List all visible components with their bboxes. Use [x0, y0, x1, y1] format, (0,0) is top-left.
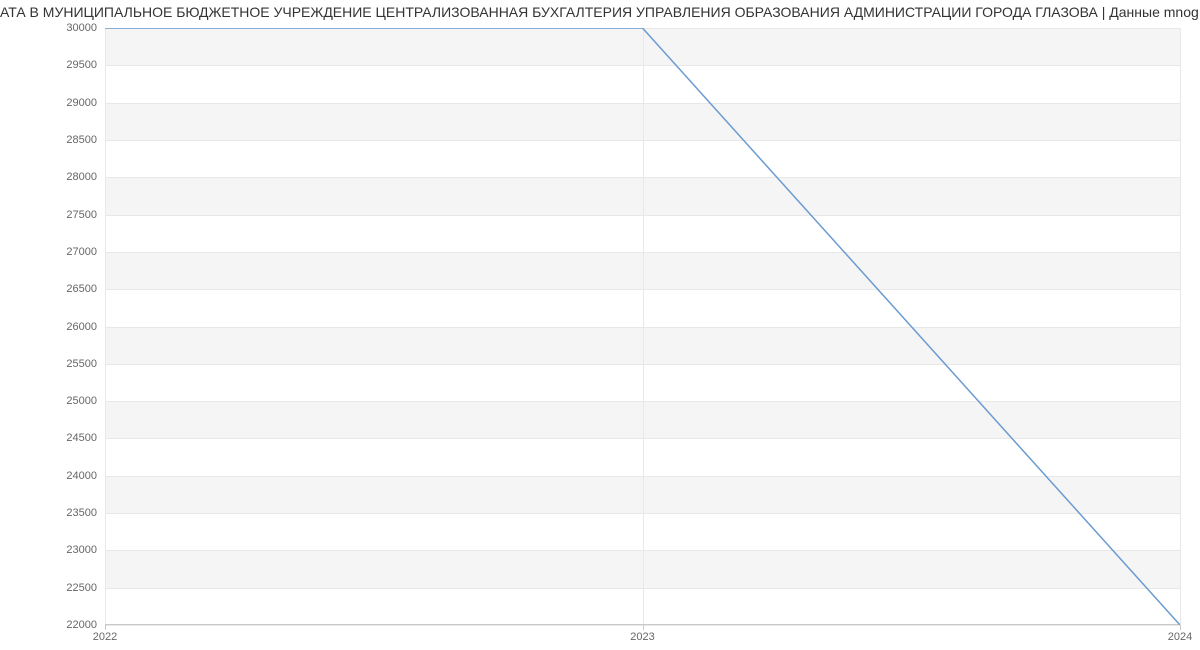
y-axis: 22000 22500 23000 23500 24000 24500 25000 25500… — [0, 28, 105, 650]
y-tick-label: 24000 — [66, 470, 97, 482]
y-tick-label: 27000 — [66, 246, 97, 258]
y-tick-label: 28500 — [66, 134, 97, 146]
y-tick-label: 24500 — [66, 432, 97, 444]
y-tick-label: 29000 — [66, 97, 97, 109]
gridline-vertical — [1180, 28, 1181, 625]
x-tick-label: 2022 — [93, 631, 117, 643]
y-tick-label: 22000 — [66, 619, 97, 631]
y-tick-label: 30000 — [66, 22, 97, 34]
y-tick-label: 25500 — [66, 358, 97, 370]
y-tick-label: 23000 — [66, 544, 97, 556]
y-tick-label: 26500 — [66, 283, 97, 295]
chart-wrapper: 22000 22500 23000 23500 24000 24500 25000 25500… — [0, 28, 1200, 650]
plot-area[interactable]: 202220232024 — [105, 28, 1180, 650]
y-tick-label: 25000 — [66, 395, 97, 407]
y-tick-label: 28000 — [66, 171, 97, 183]
y-tick-label: 27500 — [66, 209, 97, 221]
y-tick-label: 29500 — [66, 59, 97, 71]
y-tick-label: 23500 — [66, 507, 97, 519]
gridline-vertical — [643, 28, 644, 625]
chart-title: АТА В МУНИЦИПАЛЬНОЕ БЮДЖЕТНОЕ УЧРЕЖДЕНИЕ… — [0, 0, 1200, 28]
x-axis: 202220232024 — [105, 625, 1180, 650]
y-tick-label: 26000 — [66, 321, 97, 333]
x-axis-tick — [1180, 625, 1181, 630]
y-tick-label: 22500 — [66, 582, 97, 594]
x-tick-label: 2023 — [630, 631, 654, 643]
x-tick-label: 2024 — [1168, 631, 1192, 643]
gridline-vertical — [105, 28, 106, 625]
plot-inner — [105, 28, 1180, 625]
